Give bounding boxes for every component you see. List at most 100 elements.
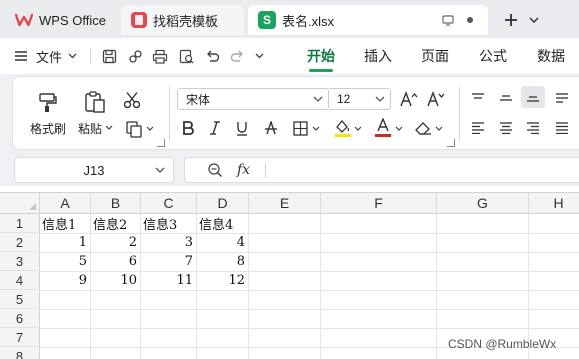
gridline xyxy=(40,309,579,310)
cell-b4[interactable]: 10 xyxy=(91,271,141,290)
print-preview-icon[interactable] xyxy=(176,46,196,66)
chevron-down-icon[interactable] xyxy=(105,125,113,130)
copy-icon[interactable] xyxy=(123,118,145,140)
print-icon[interactable] xyxy=(150,46,170,66)
row-header-4[interactable]: 4 xyxy=(0,271,40,290)
gridline xyxy=(436,214,437,359)
tab-page[interactable]: 页面 xyxy=(421,38,449,74)
docer-logo-icon xyxy=(131,12,147,28)
divider xyxy=(459,87,460,141)
cell-b1[interactable]: 信息2 xyxy=(91,214,141,233)
row-header-7[interactable]: 7 xyxy=(0,328,40,347)
insert-function-fx[interactable]: fx xyxy=(237,162,250,178)
tab-status-dot-icon[interactable] xyxy=(462,5,478,35)
column-header-h[interactable]: H xyxy=(529,193,579,214)
row-header-3[interactable]: 3 xyxy=(0,252,40,271)
italic-icon[interactable] xyxy=(206,119,224,137)
wrap-text-icon[interactable] xyxy=(553,89,571,107)
chevron-down-icon[interactable] xyxy=(252,46,266,66)
cell-d4[interactable]: 12 xyxy=(197,271,249,290)
ribbon-panel: 格式刷 粘贴 宋体 12 xyxy=(12,76,579,150)
tab-formula[interactable]: 公式 xyxy=(479,38,507,74)
align-center-icon[interactable] xyxy=(497,119,515,137)
file-menu-button[interactable]: 文件 xyxy=(36,38,77,74)
cell-c1[interactable]: 信息3 xyxy=(141,214,197,233)
font-color-icon[interactable] xyxy=(373,117,393,139)
name-box[interactable]: J13 xyxy=(14,157,174,183)
tab-wps-office[interactable]: WPS Office xyxy=(5,5,117,35)
align-right-icon[interactable] xyxy=(524,119,542,137)
row-header-6[interactable]: 6 xyxy=(0,309,40,328)
cell-d2[interactable]: 4 xyxy=(197,233,249,252)
row-header-1[interactable]: 1 xyxy=(0,214,40,233)
chevron-down-icon[interactable] xyxy=(146,126,154,131)
column-header-g[interactable]: G xyxy=(437,193,529,214)
select-all-corner[interactable] xyxy=(0,193,40,214)
chevron-down-icon[interactable] xyxy=(526,9,542,31)
borders-icon[interactable] xyxy=(291,119,309,137)
tab-insert[interactable]: 插入 xyxy=(364,38,392,74)
hamburger-menu-icon[interactable] xyxy=(14,38,28,74)
tab-home-label: 开始 xyxy=(307,48,335,64)
column-header-e[interactable]: E xyxy=(249,193,321,214)
fill-color-icon[interactable] xyxy=(333,117,353,139)
format-painter-label[interactable]: 格式刷 xyxy=(30,120,66,137)
underline-icon[interactable] xyxy=(233,119,251,137)
strikethrough-icon[interactable] xyxy=(262,119,280,137)
cell-c3[interactable]: 7 xyxy=(141,252,197,271)
paste-label[interactable]: 粘贴 xyxy=(78,120,102,137)
redo-icon[interactable] xyxy=(227,46,247,66)
font-name-select[interactable]: 宋体 xyxy=(177,88,329,110)
cell-a1[interactable]: 信息1 xyxy=(40,214,91,233)
window-mode-icon[interactable] xyxy=(440,5,456,35)
font-size-select[interactable]: 12 xyxy=(329,88,391,110)
cell-c2[interactable]: 3 xyxy=(141,233,197,252)
paste-icon[interactable] xyxy=(82,88,108,116)
format-painter-icon[interactable] xyxy=(35,89,61,115)
chevron-down-icon[interactable] xyxy=(312,126,320,131)
zoom-lookup-icon[interactable] xyxy=(207,162,223,181)
tab-docer-templates[interactable]: 找稻壳模板 xyxy=(121,5,244,35)
increase-font-size-icon[interactable] xyxy=(399,89,419,109)
cell-c4[interactable]: 11 xyxy=(141,271,197,290)
bold-icon[interactable] xyxy=(179,119,197,137)
cell-b2[interactable]: 2 xyxy=(91,233,141,252)
align-middle-icon[interactable] xyxy=(497,89,515,107)
cell-a4[interactable]: 9 xyxy=(40,271,91,290)
tab-home[interactable]: 开始 xyxy=(307,38,335,74)
share-link-icon[interactable] xyxy=(125,46,145,66)
chevron-down-icon[interactable] xyxy=(354,126,362,131)
cell-d3[interactable]: 8 xyxy=(197,252,249,271)
column-header-d[interactable]: D xyxy=(197,193,249,214)
decrease-font-size-icon[interactable] xyxy=(426,89,446,109)
chevron-down-icon xyxy=(375,96,385,102)
cell-a2[interactable]: 1 xyxy=(40,233,91,252)
row-header-5[interactable]: 5 xyxy=(0,290,40,309)
align-bottom-icon[interactable] xyxy=(521,86,545,108)
cell-d1[interactable]: 信息4 xyxy=(197,214,249,233)
row-header-8[interactable]: 8 xyxy=(0,347,40,359)
cut-icon[interactable] xyxy=(121,89,143,111)
new-tab-button[interactable] xyxy=(500,9,522,31)
align-top-icon[interactable] xyxy=(469,89,487,107)
tab-spreadsheet-file[interactable]: S 表名.xlsx xyxy=(248,5,488,35)
tab-data[interactable]: 数据 xyxy=(537,38,565,74)
cell-a3[interactable]: 5 xyxy=(40,252,91,271)
clipboard-launcher-icon[interactable] xyxy=(157,139,165,147)
font-launcher-icon[interactable] xyxy=(447,139,455,147)
column-header-b[interactable]: B xyxy=(91,193,141,214)
column-header-a[interactable]: A xyxy=(40,193,91,214)
clear-format-eraser-icon[interactable] xyxy=(413,118,433,138)
row-header-2[interactable]: 2 xyxy=(0,233,40,252)
cell-b3[interactable]: 6 xyxy=(91,252,141,271)
chevron-down-icon[interactable] xyxy=(395,126,403,131)
spreadsheet-grid[interactable]: A B C D E F G H 1 2 3 4 5 6 7 8 信息1 信息2 … xyxy=(0,192,579,359)
formula-input[interactable]: fx xyxy=(184,157,579,183)
undo-icon[interactable] xyxy=(202,46,222,66)
align-left-icon[interactable] xyxy=(469,119,487,137)
chevron-down-icon[interactable] xyxy=(435,126,443,131)
column-header-f[interactable]: F xyxy=(321,193,437,214)
justify-icon[interactable] xyxy=(553,119,571,137)
save-icon[interactable] xyxy=(99,46,119,66)
column-header-c[interactable]: C xyxy=(141,193,197,214)
